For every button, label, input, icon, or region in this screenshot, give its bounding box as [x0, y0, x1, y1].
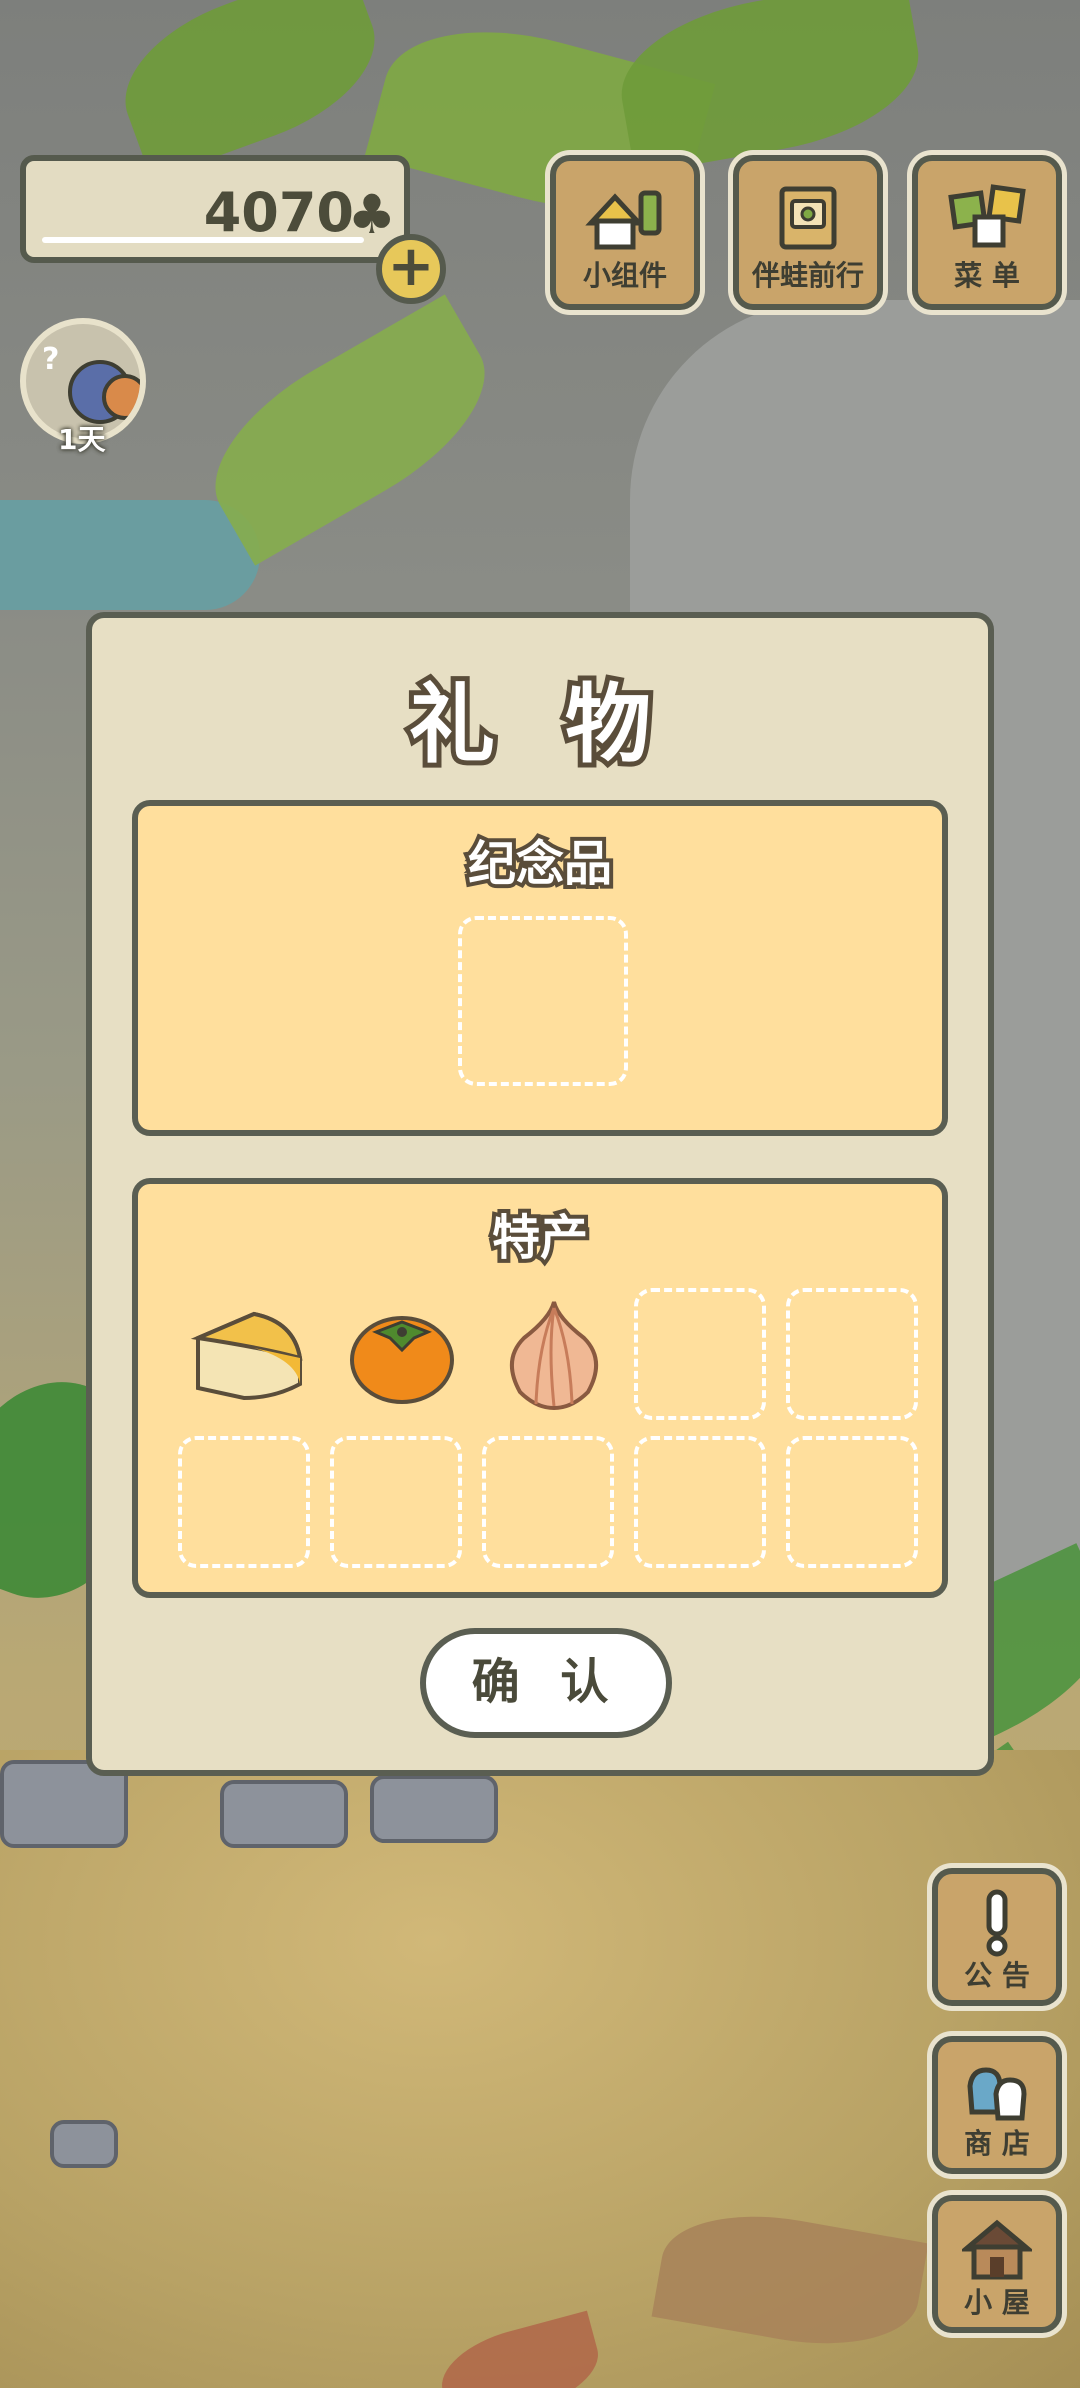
- shop-bags-icon: [967, 2067, 1027, 2121]
- rock: [220, 1780, 348, 1848]
- confirm-button[interactable]: 确 认: [420, 1628, 672, 1738]
- widget-label: 小组件: [582, 259, 667, 292]
- add-clover-button[interactable]: +: [376, 234, 446, 304]
- shop-label: 商 店: [964, 2127, 1030, 2160]
- travel-book-icon: [779, 186, 837, 250]
- gift-dialog: 礼 物 纪念品 特产 确 认: [86, 612, 994, 1776]
- travel-companion-button[interactable]: 伴蛙前行: [733, 155, 883, 310]
- specialty-title: 特产: [488, 1206, 592, 1270]
- leaf: [609, 0, 931, 175]
- specialty-slot-empty[interactable]: [634, 1288, 766, 1420]
- leaf: [185, 294, 515, 566]
- travel-companion-label: 伴蛙前行: [751, 259, 864, 292]
- counter-underline: [42, 237, 364, 243]
- clover-counter: 4070 ♣: [20, 155, 410, 263]
- house-button[interactable]: 小 屋: [932, 2195, 1062, 2333]
- exclamation-icon: [986, 1889, 1008, 1957]
- question-mark-icon: ?: [42, 342, 60, 377]
- specialty-slot-empty[interactable]: [634, 1436, 766, 1568]
- specialty-slot-empty[interactable]: [786, 1436, 918, 1568]
- pond: [0, 500, 260, 610]
- specialty-slot-empty[interactable]: [330, 1436, 462, 1568]
- widget-icon: [585, 190, 662, 250]
- onion-icon[interactable]: [488, 1288, 620, 1420]
- specialty-slot-empty[interactable]: [178, 1436, 310, 1568]
- widget-button[interactable]: 小组件: [550, 155, 700, 310]
- house-icon: [962, 2219, 1032, 2280]
- leaf: [103, 0, 397, 181]
- dialog-title: 礼 物: [404, 670, 671, 780]
- specialty-panel: 特产: [132, 1178, 948, 1598]
- cheese-icon[interactable]: [184, 1288, 316, 1420]
- rock: [370, 1775, 498, 1843]
- notice-button[interactable]: 公 告: [932, 1868, 1062, 2006]
- rock: [50, 2120, 118, 2168]
- plus-icon: +: [387, 234, 435, 299]
- souvenir-title: 纪念品: [464, 832, 616, 896]
- clover-count: 4070: [203, 181, 354, 244]
- specialty-slot-empty[interactable]: [482, 1436, 614, 1568]
- notice-label: 公 告: [964, 1959, 1030, 1992]
- menu-button[interactable]: 菜 单: [912, 155, 1062, 310]
- specialty-slot-empty[interactable]: [786, 1288, 918, 1420]
- souvenir-slot-empty[interactable]: [458, 916, 628, 1086]
- shop-button[interactable]: 商 店: [932, 2036, 1062, 2174]
- days-away-label: 1天: [58, 423, 106, 456]
- house-label: 小 屋: [964, 2286, 1030, 2319]
- frog-companion-icon: [102, 374, 140, 420]
- menu-label: 菜 单: [954, 259, 1020, 292]
- souvenir-panel: 纪念品: [132, 800, 948, 1136]
- menu-cards-icon: [948, 184, 1026, 248]
- persimmon-icon[interactable]: [336, 1288, 468, 1420]
